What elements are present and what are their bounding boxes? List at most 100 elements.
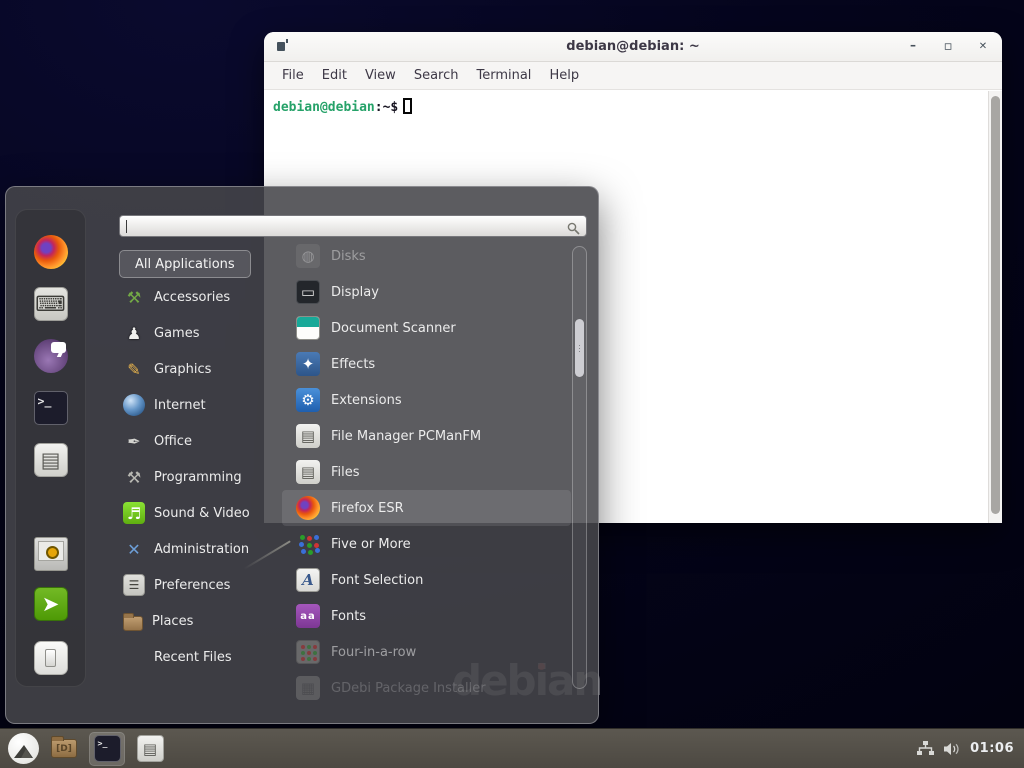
search-input[interactable] (124, 217, 562, 235)
terminal-cursor (403, 98, 412, 114)
category-programming[interactable]: ⚒Programming (119, 459, 281, 495)
favorite-firefox[interactable] (30, 231, 72, 273)
terminal-menu-file[interactable]: File (273, 64, 313, 87)
category-places[interactable]: Places (119, 603, 281, 639)
favorites-panel: ⌨ ▤ ➤ (15, 209, 86, 687)
prompt-suffix: :~$ (375, 100, 398, 115)
games-icon: ♟ (123, 322, 145, 344)
terminal-menu-terminal[interactable]: Terminal (467, 64, 540, 87)
app-five-or-more[interactable]: Five or More (282, 526, 571, 562)
pidgin-icon (34, 339, 68, 373)
app-document-scanner[interactable]: Document Scanner (282, 310, 571, 346)
app-firefox-esr[interactable]: Firefox ESR (282, 490, 571, 526)
lock-screen-icon (34, 537, 68, 571)
screen: debian debian@debian: ~ FileEditViewSear… (0, 0, 1024, 768)
extensions-icon: ⚙ (296, 388, 320, 412)
category-graphics[interactable]: ✎Graphics (119, 351, 281, 387)
display-icon: ▭ (296, 280, 320, 304)
gdebi-icon: ▦ (296, 676, 320, 700)
folder-d-icon: [D] (51, 739, 77, 758)
category-recent-files[interactable]: Recent Files (119, 639, 281, 675)
app-fonts[interactable]: aaFonts (282, 598, 571, 634)
terminal-scrollbar-thumb[interactable] (991, 96, 1000, 514)
file-cabinet-icon: ▤ (34, 443, 68, 477)
programming-icon: ⚒ (123, 466, 145, 488)
app-four-in-a-row[interactable]: Four-in-a-row (282, 634, 571, 670)
logout-button[interactable]: ➤ (30, 583, 72, 625)
office-icon: ✒ (123, 430, 145, 452)
app-extensions[interactable]: ⚙Extensions (282, 382, 571, 418)
firefox-icon (34, 235, 68, 269)
window-controls (906, 32, 990, 61)
app-display[interactable]: ▭Display (282, 274, 571, 310)
font-selection-icon: A (296, 568, 320, 592)
terminal-menu-help[interactable]: Help (540, 64, 588, 87)
filter-all-applications[interactable]: All Applications (119, 250, 251, 278)
category-preferences[interactable]: ☰Preferences (119, 567, 281, 603)
minimize-button[interactable] (906, 40, 920, 54)
category-office[interactable]: ✒Office (119, 423, 281, 459)
app-effects[interactable]: ✦Effects (282, 346, 571, 382)
launcher-terminal[interactable] (89, 732, 125, 766)
launcher-file-manager[interactable]: ▤ (132, 732, 168, 766)
logout-icon: ➤ (34, 587, 68, 621)
network-icon[interactable] (916, 740, 934, 758)
clock[interactable]: 01:06 (970, 741, 1014, 756)
maximize-button[interactable] (941, 40, 955, 54)
lock-screen-button[interactable] (30, 533, 72, 575)
close-button[interactable] (976, 40, 990, 54)
fonts-icon: aa (296, 604, 320, 628)
favorite-pidgin[interactable] (30, 335, 72, 377)
menu-button[interactable] (8, 733, 39, 764)
terminal-prompt: debian@debian:~$ (273, 98, 412, 115)
five-or-more-icon (296, 532, 320, 556)
document-scanner-icon (296, 316, 320, 340)
volume-icon[interactable] (943, 740, 961, 758)
keyboard-icon: ⌨ (34, 287, 68, 321)
favorite-terminal[interactable] (30, 387, 72, 429)
category-sound-video[interactable]: ♬Sound & Video (119, 495, 281, 531)
launcher-desktop-folder[interactable]: [D] (46, 732, 82, 766)
accessories-icon: ⚒ (123, 286, 145, 308)
shutdown-button[interactable] (30, 637, 72, 679)
graphics-icon: ✎ (123, 358, 145, 380)
search-box[interactable] (119, 215, 587, 237)
file-cabinet-icon: ▤ (137, 735, 164, 762)
category-games[interactable]: ♟Games (119, 315, 281, 351)
terminal-menubar: FileEditViewSearchTerminalHelp (264, 62, 1002, 90)
effects-icon: ✦ (296, 352, 320, 376)
terminal-menu-edit[interactable]: Edit (313, 64, 356, 87)
system-tray: 01:06 (916, 740, 1024, 758)
taskbar: [D] ▤ 01:06 (0, 728, 1024, 768)
category-list: ⚒Accessories♟Games✎GraphicsInternet✒Offi… (119, 279, 281, 675)
app-font-selection[interactable]: AFont Selection (282, 562, 571, 598)
search-icon (567, 220, 580, 239)
menu-scrollbar[interactable] (572, 246, 587, 689)
files-icon: ▤ (296, 460, 320, 484)
terminal-titlebar[interactable]: debian@debian: ~ (264, 32, 1002, 62)
four-in-a-row-icon (296, 640, 320, 664)
category-accessories[interactable]: ⚒Accessories (119, 279, 281, 315)
file-manager-icon: ▤ (296, 424, 320, 448)
app-file-manager-pcmanfm[interactable]: ▤File Manager PCManFM (282, 418, 571, 454)
prompt-user-host: debian@debian (273, 100, 375, 115)
application-menu: ⌨▤➤ All Applications ⚒Accessories♟Games✎… (5, 186, 599, 724)
administration-icon: ✕ (123, 538, 145, 560)
menu-scrollbar-thumb[interactable] (575, 319, 584, 377)
taskbar-launchers: [D] ▤ (39, 732, 168, 766)
app-gdebi-package-installer[interactable]: ▦GDebi Package Installer (282, 670, 571, 706)
shutdown-icon (34, 641, 68, 675)
places-icon (123, 616, 143, 631)
category-internet[interactable]: Internet (119, 387, 281, 423)
app-disks[interactable]: ◍Disks (282, 238, 571, 274)
sound-video-icon: ♬ (123, 502, 145, 524)
application-list: ◍Disks▭DisplayDocument Scanner✦Effects⚙E… (282, 238, 571, 706)
disks-icon: ◍ (296, 244, 320, 268)
favorite-files[interactable]: ▤ (30, 439, 72, 481)
terminal-scrollbar[interactable] (988, 91, 1002, 523)
app-files[interactable]: ▤Files (282, 454, 571, 490)
favorite-input-config[interactable]: ⌨ (30, 283, 72, 325)
terminal-icon (34, 391, 68, 425)
terminal-menu-view[interactable]: View (356, 64, 405, 87)
terminal-menu-search[interactable]: Search (405, 64, 468, 87)
